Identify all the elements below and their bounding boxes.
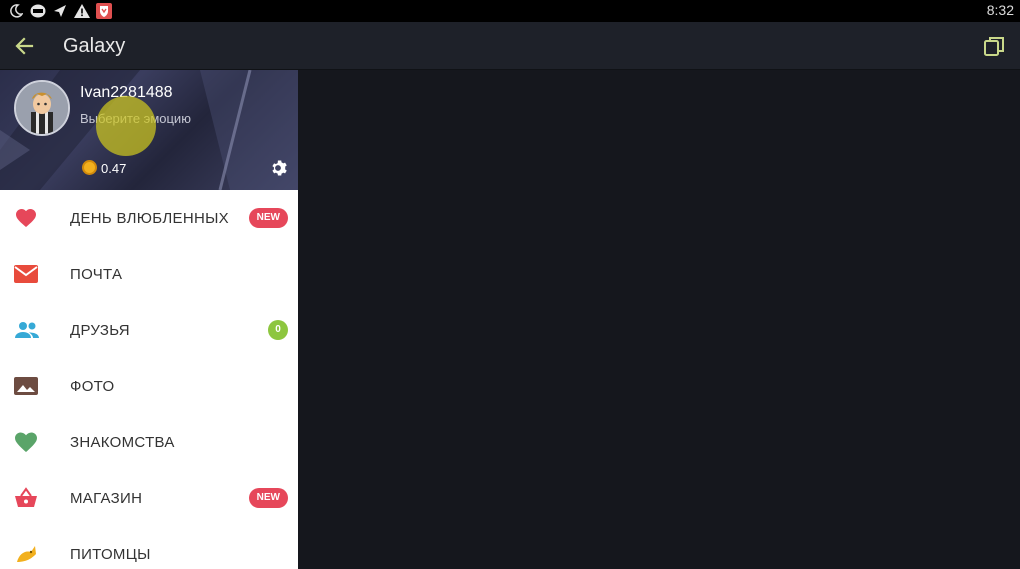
menu-item-photo[interactable]: ФОТО (0, 358, 298, 414)
new-badge: NEW (248, 488, 288, 508)
menu-item-shop[interactable]: МАГАЗИН NEW (0, 470, 298, 526)
profile-header[interactable]: Ivan2281488 Выберите эмоцию 0.47 (0, 70, 298, 190)
menu-item-label: МАГАЗИН (70, 490, 143, 507)
menu-item-label: ПИТОМЦЫ (70, 546, 151, 563)
menu-item-label: ДРУЗЬЯ (70, 322, 130, 339)
mail-icon (14, 262, 38, 286)
friends-icon (14, 318, 39, 342)
windows-icon[interactable] (982, 34, 1006, 58)
back-arrow-icon[interactable] (12, 34, 36, 58)
pet-icon (14, 542, 38, 566)
emotion-selector[interactable]: Выберите эмоцию (80, 111, 191, 126)
page-title: Galaxy (63, 35, 126, 57)
menu-item-label: ФОТО (70, 378, 115, 395)
app-badge-icon (30, 3, 46, 19)
moon-icon (8, 3, 24, 19)
menu-item-friends[interactable]: ДРУЗЬЯ 0 (0, 302, 298, 358)
status-bar: 8:32 (0, 0, 1020, 22)
green-heart-icon (14, 430, 38, 454)
menu-item-mail[interactable]: ПОЧТА (0, 246, 298, 302)
menu-item-valentines[interactable]: ДЕНЬ ВЛЮБЛЕННЫХ NEW (0, 190, 298, 246)
shield-icon (96, 3, 112, 19)
coin-icon (82, 160, 97, 175)
send-icon (52, 3, 68, 19)
app-bar: Galaxy (0, 22, 1020, 70)
friends-count-badge: 0 (268, 320, 288, 340)
menu-item-pets[interactable]: ПИТОМЦЫ (0, 526, 298, 569)
notification-icons (8, 3, 112, 19)
gear-icon[interactable] (268, 158, 288, 178)
coin-balance: 0.47 (101, 161, 127, 176)
menu-item-label: ДЕНЬ ВЛЮБЛЕННЫХ (70, 210, 229, 227)
photo-icon (14, 374, 38, 398)
status-time: 8:32 (986, 2, 1014, 18)
menu-item-label: ЗНАКОМСТВА (70, 434, 175, 451)
basket-icon (14, 486, 38, 510)
username: Ivan2281488 (80, 84, 173, 101)
menu-item-label: ПОЧТА (70, 266, 123, 283)
navigation-drawer: Ivan2281488 Выберите эмоцию 0.47 ДЕНЬ ВЛ… (0, 70, 298, 569)
heart-icon (14, 206, 38, 230)
main-content-area (298, 70, 1020, 569)
avatar[interactable] (14, 80, 70, 136)
warning-icon (74, 3, 90, 19)
new-badge: NEW (248, 208, 288, 228)
menu-item-dating[interactable]: ЗНАКОМСТВА (0, 414, 298, 470)
